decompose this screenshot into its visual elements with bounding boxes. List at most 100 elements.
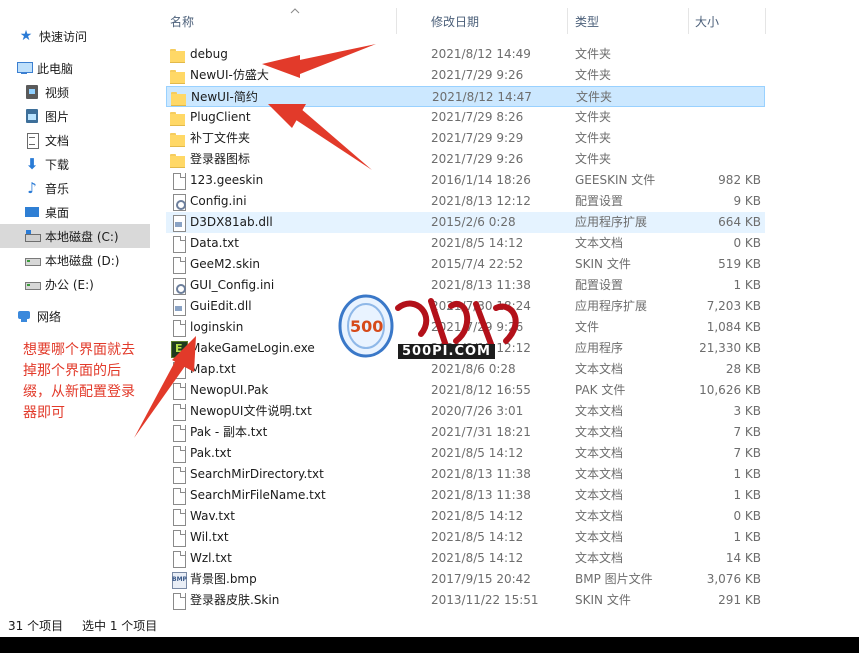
file-type: 应用程序扩展	[575, 299, 648, 313]
file-icon	[170, 530, 186, 547]
file-modified-date: 2021/8/12 14:49	[431, 47, 531, 61]
file-row[interactable]: NewopUI.Pak 2021/8/12 16:55 PAK 文件 10,626 K…	[166, 380, 765, 401]
file-row[interactable]: 补丁文件夹 2021/7/29 9:29 文件夹	[166, 128, 765, 149]
file-type: 文件夹	[575, 47, 612, 61]
file-row[interactable]: Wav.txt 2021/8/5 14:12 文本文档 0 KB	[166, 506, 765, 527]
nav-item[interactable]: 桌面	[0, 200, 150, 224]
file-modified-date: 2015/7/4 22:52	[431, 257, 524, 271]
file-name: Pak - 副本.txt	[190, 425, 268, 439]
computer-icon	[16, 60, 33, 76]
nav-item-label: 桌面	[45, 205, 70, 220]
selection-count: 选中 1 个项目	[82, 619, 158, 633]
file-name: NewopUI.Pak	[190, 383, 269, 397]
file-size: 291 KB	[718, 593, 761, 607]
file-modified-date: 2021/7/31 18:21	[431, 425, 531, 439]
file-name: 背景图.bmp	[190, 572, 257, 586]
file-row[interactable]: SearchMirFileName.txt 2021/8/13 11:38 文本文档…	[166, 485, 765, 506]
nav-item-label: 下载	[45, 157, 70, 172]
file-row[interactable]: 登录器皮肤.Skin 2013/11/22 15:51 SKIN 文件 291 KB	[166, 590, 765, 611]
taskbar-edge	[0, 637, 859, 653]
file-type: 文件夹	[575, 110, 612, 124]
file-type: 文件夹	[575, 131, 612, 145]
file-row[interactable]: NewUI-仿盛大 2021/7/29 9:26 文件夹	[166, 65, 765, 86]
file-icon	[170, 257, 186, 274]
file-row[interactable]: debug 2021/8/12 14:49 文件夹	[166, 44, 765, 65]
file-name: debug	[190, 47, 228, 61]
nav-item[interactable]: 此电脑	[0, 56, 150, 80]
file-icon	[170, 404, 186, 421]
file-row[interactable]: Pak - 副本.txt 2021/7/31 18:21 文本文档 7 KB	[166, 422, 765, 443]
file-row[interactable]: 背景图.bmp 2017/9/15 20:42 BMP 图片文件 3,076 KB	[166, 569, 765, 590]
column-divider[interactable]	[567, 8, 568, 34]
file-row[interactable]: Config.ini 2021/8/13 12:12 配置设置 9 KB	[166, 191, 765, 212]
nav-item[interactable]: 办公 (E:)	[0, 272, 150, 296]
column-header-row: 名称 修改日期 类型 大小	[150, 6, 859, 36]
file-size: 519 KB	[718, 257, 761, 271]
file-name: 登录器图标	[190, 152, 251, 166]
nav-item[interactable]: 本地磁盘 (D:)	[0, 248, 150, 272]
column-header-type[interactable]: 类型	[569, 6, 683, 36]
column-header-date[interactable]: 修改日期	[425, 6, 565, 36]
network-icon	[16, 308, 32, 324]
file-name: loginskin	[190, 320, 244, 334]
nav-item-label: 快速访问	[39, 29, 88, 44]
file-icon	[170, 320, 186, 337]
video-folder-icon	[24, 84, 40, 100]
file-modified-date: 2021/8/5 14:12	[431, 530, 524, 544]
nav-item-label: 图片	[45, 109, 70, 124]
nav-item[interactable]: ⬇ 下载	[0, 152, 150, 176]
file-type: 文本文档	[575, 467, 624, 481]
nav-item[interactable]: 视频	[0, 80, 150, 104]
column-header-name[interactable]: 名称	[164, 6, 396, 36]
file-row[interactable]: D3DX81ab.dll 2015/2/6 0:28 应用程序扩展 664 KB	[166, 212, 765, 233]
file-row[interactable]: Data.txt 2021/8/5 14:12 文本文档 0 KB	[166, 233, 765, 254]
file-modified-date: 2020/7/26 3:01	[431, 404, 524, 418]
file-modified-date: 2021/8/12 16:55	[431, 383, 531, 397]
file-modified-date: 2021/7/29 9:26	[431, 68, 524, 82]
annotation-note: 想要哪个界面就去掉那个界面的后缀，从新配置登录器即可	[23, 342, 135, 421]
star-icon: ★	[19, 28, 33, 44]
navigation-pane: ★ 快速访问此电脑视频图片文档 ⬇ 下载 ♪ 音乐桌面本地磁盘 (C:) 本地磁盘 (D:)…	[0, 6, 150, 612]
nav-item-label: 视频	[45, 85, 70, 100]
nav-item[interactable]: ★ 快速访问	[0, 24, 150, 48]
file-icon	[170, 509, 186, 526]
file-row[interactable]: NewUI-简约 2021/8/12 14:47 文件夹	[166, 86, 765, 107]
file-name: MakeGameLogin.exe	[190, 341, 315, 355]
file-row[interactable]: SearchMirDirectory.txt 2021/8/13 11:38 文本文…	[166, 464, 765, 485]
dll-file-icon	[170, 299, 186, 316]
vertical-scrollbar[interactable]	[844, 6, 859, 612]
file-modified-date: 2021/7/29 9:29	[431, 131, 524, 145]
nav-item[interactable]: 网络	[0, 304, 150, 328]
file-size	[669, 128, 761, 149]
file-name: Wil.txt	[190, 530, 229, 544]
file-name: NewopUI文件说明.txt	[190, 404, 312, 418]
file-size	[669, 44, 761, 65]
file-row[interactable]: PlugClient 2021/7/29 8:26 文件夹	[166, 107, 765, 128]
column-divider[interactable]	[765, 8, 766, 34]
file-row[interactable]: NewopUI文件说明.txt 2020/7/26 3:01 文本文档 3 KB	[166, 401, 765, 422]
file-row[interactable]: GeeM2.skin 2015/7/4 22:52 SKIN 文件 519 KB	[166, 254, 765, 275]
file-size: 9 KB	[733, 194, 761, 208]
file-row[interactable]: 123.geeskin 2016/1/14 18:26 GEESKIN 文件 982 …	[166, 170, 765, 191]
file-size: 0 KB	[733, 236, 761, 250]
file-row[interactable]: Wil.txt 2021/8/5 14:12 文本文档 1 KB	[166, 527, 765, 548]
file-type: 文件	[575, 320, 600, 334]
file-size: 28 KB	[725, 362, 761, 376]
nav-item[interactable]: 本地磁盘 (C:)	[0, 224, 150, 248]
file-icon	[170, 467, 186, 484]
documents-folder-icon	[24, 132, 40, 149]
file-modified-date: 2015/2/6 0:28	[431, 215, 516, 229]
column-header-size[interactable]: 大小	[689, 6, 759, 36]
file-row[interactable]: 登录器图标 2021/7/29 9:26 文件夹	[166, 149, 765, 170]
file-row[interactable]: Pak.txt 2021/8/5 14:12 文本文档 7 KB	[166, 443, 765, 464]
file-modified-date: 2021/8/5 14:12	[431, 551, 524, 565]
file-row[interactable]: Wzl.txt 2021/8/5 14:12 文本文档 14 KB	[166, 548, 765, 569]
nav-item[interactable]: 文档	[0, 128, 150, 152]
file-type: 文本文档	[575, 509, 624, 523]
file-size: 1 KB	[733, 530, 761, 544]
column-divider[interactable]	[396, 8, 397, 34]
nav-item[interactable]: ♪ 音乐	[0, 176, 150, 200]
file-modified-date: 2021/8/13 11:38	[431, 488, 531, 502]
file-size	[670, 87, 762, 108]
nav-item[interactable]: 图片	[0, 104, 150, 128]
